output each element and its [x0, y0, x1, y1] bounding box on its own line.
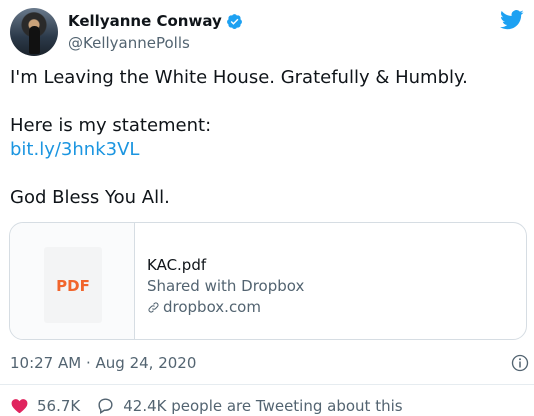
document-icon: PDF — [44, 247, 102, 323]
tweet-timestamp[interactable]: 10:27 AM · Aug 24, 2020 — [10, 354, 196, 372]
verified-badge-icon — [226, 13, 242, 29]
like-action[interactable]: 56.7K — [10, 396, 80, 415]
author-handle[interactable]: @KellyannePolls — [68, 34, 190, 52]
tweeting-count: 42.4K people are Tweeting about this — [123, 396, 403, 415]
reply-icon[interactable] — [96, 396, 115, 415]
tweet-text: I'm Leaving the White House. Gratefully … — [10, 66, 520, 210]
heart-icon[interactable] — [10, 396, 29, 415]
card-domain: dropbox.com — [163, 298, 261, 316]
tweet-line-3: God Bless You All. — [10, 187, 170, 208]
info-icon[interactable] — [511, 354, 529, 372]
like-count: 56.7K — [37, 396, 81, 415]
tweet-actions: 56.7K 42.4K people are Tweeting about th… — [10, 396, 419, 415]
author-name-row[interactable]: Kellyanne Conway — [68, 12, 243, 30]
twitter-bird-icon[interactable] — [500, 10, 524, 30]
link-icon — [148, 302, 159, 313]
meta-separator: · — [81, 354, 96, 372]
tweet-line-2: Here is my statement: — [10, 115, 212, 136]
tweet-date[interactable]: Aug 24, 2020 — [96, 354, 197, 372]
tweet-link[interactable]: bit.ly/3hnk3VL — [10, 139, 139, 160]
avatar[interactable] — [10, 8, 58, 56]
card-domain-row: dropbox.com — [147, 297, 304, 318]
reply-action[interactable]: 42.4K people are Tweeting about this — [96, 396, 403, 415]
link-card[interactable]: PDF KAC.pdf Shared with Dropbox dropbox.… — [9, 222, 527, 340]
author-name[interactable]: Kellyanne Conway — [68, 12, 222, 30]
card-info: KAC.pdf Shared with Dropbox dropbox.com — [147, 255, 304, 318]
card-thumbnail: PDF — [10, 223, 135, 339]
tweet-time[interactable]: 10:27 AM — [10, 354, 81, 372]
tweet-line-1: I'm Leaving the White House. Gratefully … — [10, 67, 468, 88]
card-subtitle: Shared with Dropbox — [147, 277, 305, 295]
pdf-badge: PDF — [56, 277, 90, 295]
card-title: KAC.pdf — [147, 256, 207, 274]
divider — [0, 384, 534, 385]
